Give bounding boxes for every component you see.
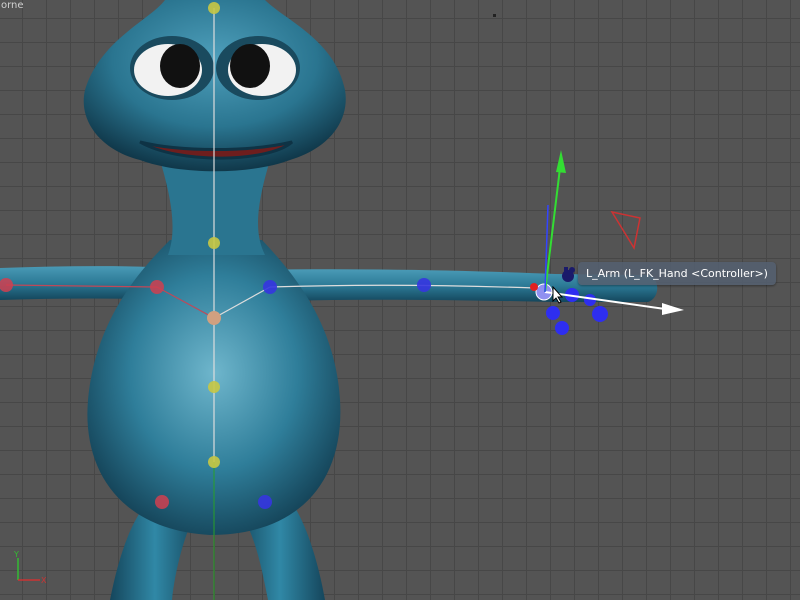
axis-y-label: Y — [13, 550, 19, 559]
viewport-corner-label: orne — [0, 0, 24, 12]
speck — [493, 14, 496, 17]
mouse-cursor-icon — [552, 286, 564, 304]
3d-viewport[interactable]: orne L_Arm (L_FK_Hand <Controller>) Y X — [0, 0, 800, 600]
wrist-red-marker — [530, 283, 538, 291]
root-joint[interactable] — [207, 311, 221, 325]
axis-indicator: Y X — [8, 548, 50, 588]
head-mesh — [84, 0, 346, 171]
right-eye — [216, 36, 300, 100]
character-scene[interactable] — [0, 0, 800, 600]
axis-x-label: X — [41, 576, 47, 585]
left-eye — [130, 36, 214, 100]
object-tooltip: L_Arm (L_FK_Hand <Controller>) — [578, 262, 776, 285]
controller-icon — [558, 264, 578, 284]
